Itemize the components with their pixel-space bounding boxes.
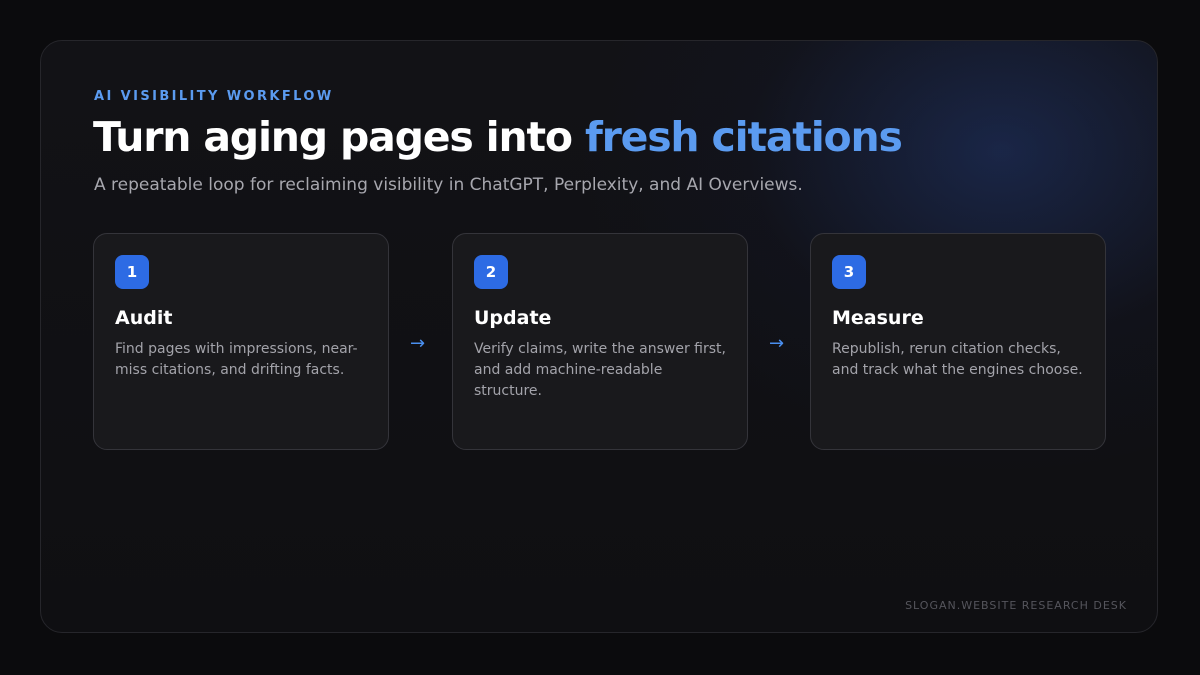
subtitle: A repeatable loop for reclaiming visibil… bbox=[94, 175, 803, 195]
step-description: Republish, rerun citation checks, and tr… bbox=[832, 341, 1083, 378]
step-title: Measure bbox=[832, 307, 924, 329]
arrow-right-icon: → bbox=[769, 333, 785, 354]
step-card-update: 2 Update Verify claims, write the answer… bbox=[452, 233, 748, 450]
workflow-slide: AI VISIBILITY WORKFLOW Turn aging pages … bbox=[40, 40, 1158, 633]
step-number-badge: 2 bbox=[474, 255, 508, 289]
step-number-badge: 3 bbox=[832, 255, 866, 289]
step-description: Verify claims, write the answer first, a… bbox=[474, 341, 726, 399]
eyebrow-label: AI VISIBILITY WORKFLOW bbox=[94, 89, 334, 104]
title-main: Turn aging pages into bbox=[93, 113, 585, 161]
step-title: Audit bbox=[115, 307, 173, 329]
step-card-audit: 1 Audit Find pages with impressions, nea… bbox=[93, 233, 389, 450]
step-title: Update bbox=[474, 307, 552, 329]
step-card-measure: 3 Measure Republish, rerun citation chec… bbox=[810, 233, 1106, 450]
step-description: Find pages with impressions, near-miss c… bbox=[115, 341, 358, 378]
footer-credit: SLOGAN.WEBSITE RESEARCH DESK bbox=[905, 599, 1127, 612]
arrow-right-icon: → bbox=[410, 333, 426, 354]
title-accent: fresh citations bbox=[584, 113, 903, 161]
page-title: Turn aging pages into fresh citations bbox=[93, 113, 903, 161]
step-number-badge: 1 bbox=[115, 255, 149, 289]
